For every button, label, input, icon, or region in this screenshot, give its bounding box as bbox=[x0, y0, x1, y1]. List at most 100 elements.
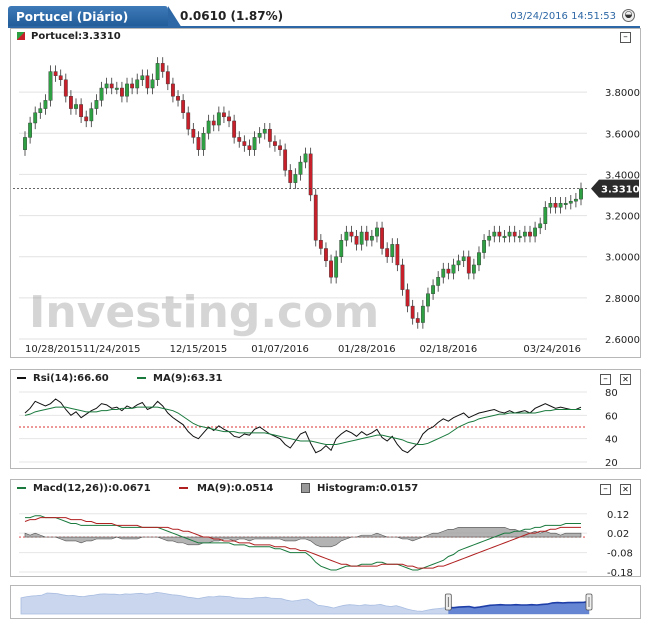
candle-body bbox=[426, 293, 430, 307]
candle-body bbox=[528, 231, 532, 237]
candle-body bbox=[410, 305, 415, 319]
legend-swatch bbox=[17, 32, 25, 40]
candle-body bbox=[89, 108, 94, 122]
x-tick-label: 01/28/2016 bbox=[338, 344, 396, 355]
price-minimize-button[interactable]: – bbox=[620, 32, 631, 43]
navigator-panel[interactable] bbox=[10, 585, 641, 619]
candle-body bbox=[497, 231, 502, 237]
macd-y-axis: -0.18 -0.08 0.02 0.12 bbox=[607, 510, 633, 576]
histogram-swatch bbox=[301, 483, 310, 493]
candle-body bbox=[38, 108, 43, 113]
candle-body bbox=[573, 198, 578, 202]
candle-body bbox=[303, 153, 308, 163]
candle-body bbox=[405, 289, 410, 307]
candle-body bbox=[553, 203, 558, 208]
candle-body bbox=[227, 116, 231, 122]
candle-body bbox=[48, 71, 53, 101]
candle-body bbox=[471, 264, 476, 274]
rsi-ma-legend: MA(9):63.31 bbox=[153, 373, 223, 384]
timestamp: 03/24/2016 14:51:53 bbox=[510, 11, 616, 22]
candle-body bbox=[23, 137, 27, 150]
candle-body bbox=[135, 79, 140, 89]
candle-body bbox=[318, 240, 323, 249]
rsi-y-axis: 20 40 60 80 bbox=[605, 388, 618, 468]
candle-body bbox=[120, 87, 124, 97]
candle-body bbox=[63, 79, 68, 97]
candle-body bbox=[487, 235, 492, 241]
candle-body bbox=[247, 145, 252, 150]
y-tick-label: 3.6000 bbox=[605, 129, 640, 140]
y-tick-label: 3.0000 bbox=[605, 253, 640, 264]
candle-body bbox=[196, 137, 201, 150]
candle-body bbox=[84, 116, 89, 122]
candle-body bbox=[349, 231, 354, 237]
candle-body bbox=[252, 137, 257, 150]
candle-body bbox=[130, 83, 135, 89]
price-legend: Portucel:3.3310 bbox=[31, 31, 121, 42]
settings-button[interactable]: ◒ bbox=[622, 9, 635, 22]
macd-y-tick-label: -0.08 bbox=[607, 549, 633, 560]
candle-body bbox=[104, 83, 109, 89]
macd-minimize-button[interactable]: – bbox=[600, 484, 611, 495]
macd-swatch bbox=[17, 487, 26, 489]
candle-body bbox=[558, 203, 563, 208]
chart-title: Portucel (Diário) bbox=[8, 6, 182, 28]
candle-body bbox=[451, 264, 456, 274]
y-tick-label: 2.8000 bbox=[605, 294, 640, 305]
x-tick-label: 02/18/2016 bbox=[420, 344, 478, 355]
rsi-y-tick-label: 60 bbox=[605, 411, 618, 422]
candle-body bbox=[160, 63, 165, 72]
candle-body bbox=[512, 231, 517, 237]
candle-body bbox=[385, 248, 390, 257]
candle-body bbox=[324, 248, 328, 262]
candle-body bbox=[53, 71, 58, 76]
candle-body bbox=[216, 112, 221, 126]
rsi-close-button[interactable]: ✕ bbox=[620, 374, 631, 385]
price-panel: Investing.com 2.6000 2.8000 3.0000 3.2000 3.… bbox=[10, 28, 641, 358]
candle-body bbox=[181, 100, 186, 113]
last-price-label: 3.3310 bbox=[601, 185, 640, 196]
histogram-legend: Histogram:0.0157 bbox=[317, 483, 419, 494]
candle-body bbox=[33, 112, 38, 124]
candle-body bbox=[165, 71, 170, 85]
macd-lines bbox=[24, 515, 581, 571]
candle-body bbox=[568, 200, 573, 204]
macd-y-tick-label: 0.12 bbox=[607, 510, 629, 521]
rsi-grid bbox=[19, 391, 587, 463]
candle-body bbox=[563, 203, 568, 205]
candle-body bbox=[176, 96, 180, 101]
candle-body bbox=[400, 264, 405, 290]
macd-y-tick-label: -0.18 bbox=[607, 568, 633, 576]
rsi-panel: 20 40 60 80 Rsi(14):66.60 MA(9):63.31 – ✕ bbox=[10, 369, 641, 469]
candle-body bbox=[364, 231, 369, 241]
x-tick-label: 10/28/2015 bbox=[25, 344, 83, 355]
macd-chart: -0.18 -0.08 0.02 0.12 bbox=[19, 510, 633, 576]
y-tick-label: 3.2000 bbox=[605, 212, 640, 223]
candle-body bbox=[415, 318, 420, 323]
candle-body bbox=[145, 75, 150, 89]
candle-body bbox=[359, 231, 364, 245]
macd-grid bbox=[19, 513, 587, 573]
macd-legend: Macd(12,26)):0.0671 bbox=[33, 483, 151, 494]
candle-body bbox=[492, 231, 497, 237]
candle-body bbox=[548, 203, 553, 208]
rsi-y-tick-label: 40 bbox=[605, 435, 618, 446]
candle-body bbox=[354, 235, 359, 245]
candle-body bbox=[222, 112, 226, 118]
rsi-chart: 20 40 60 80 bbox=[19, 388, 618, 468]
navigator-chart[interactable] bbox=[11, 586, 640, 618]
candle-body bbox=[482, 240, 486, 253]
candle-body bbox=[334, 256, 339, 278]
candle-body bbox=[533, 227, 537, 237]
watermark: Investing.com bbox=[29, 287, 379, 338]
macd-panel: -0.18 -0.08 0.02 0.12 Macd(12,26)):0.0671 M… bbox=[10, 479, 641, 577]
candle-body bbox=[283, 149, 288, 171]
macd-close-button[interactable]: ✕ bbox=[620, 484, 631, 495]
candle-body bbox=[99, 87, 104, 101]
rsi-minimize-button[interactable]: – bbox=[600, 374, 611, 385]
x-tick-label: 11/24/2015 bbox=[83, 344, 141, 355]
y-axis: 2.60002.80003.00003.20003.40003.60003.80… bbox=[605, 88, 640, 346]
chart-widget: Portucel (Diário) 0.0610 (1.87%) 03/24/2… bbox=[0, 0, 650, 627]
candle-body bbox=[257, 133, 262, 138]
candle-body bbox=[262, 128, 267, 134]
